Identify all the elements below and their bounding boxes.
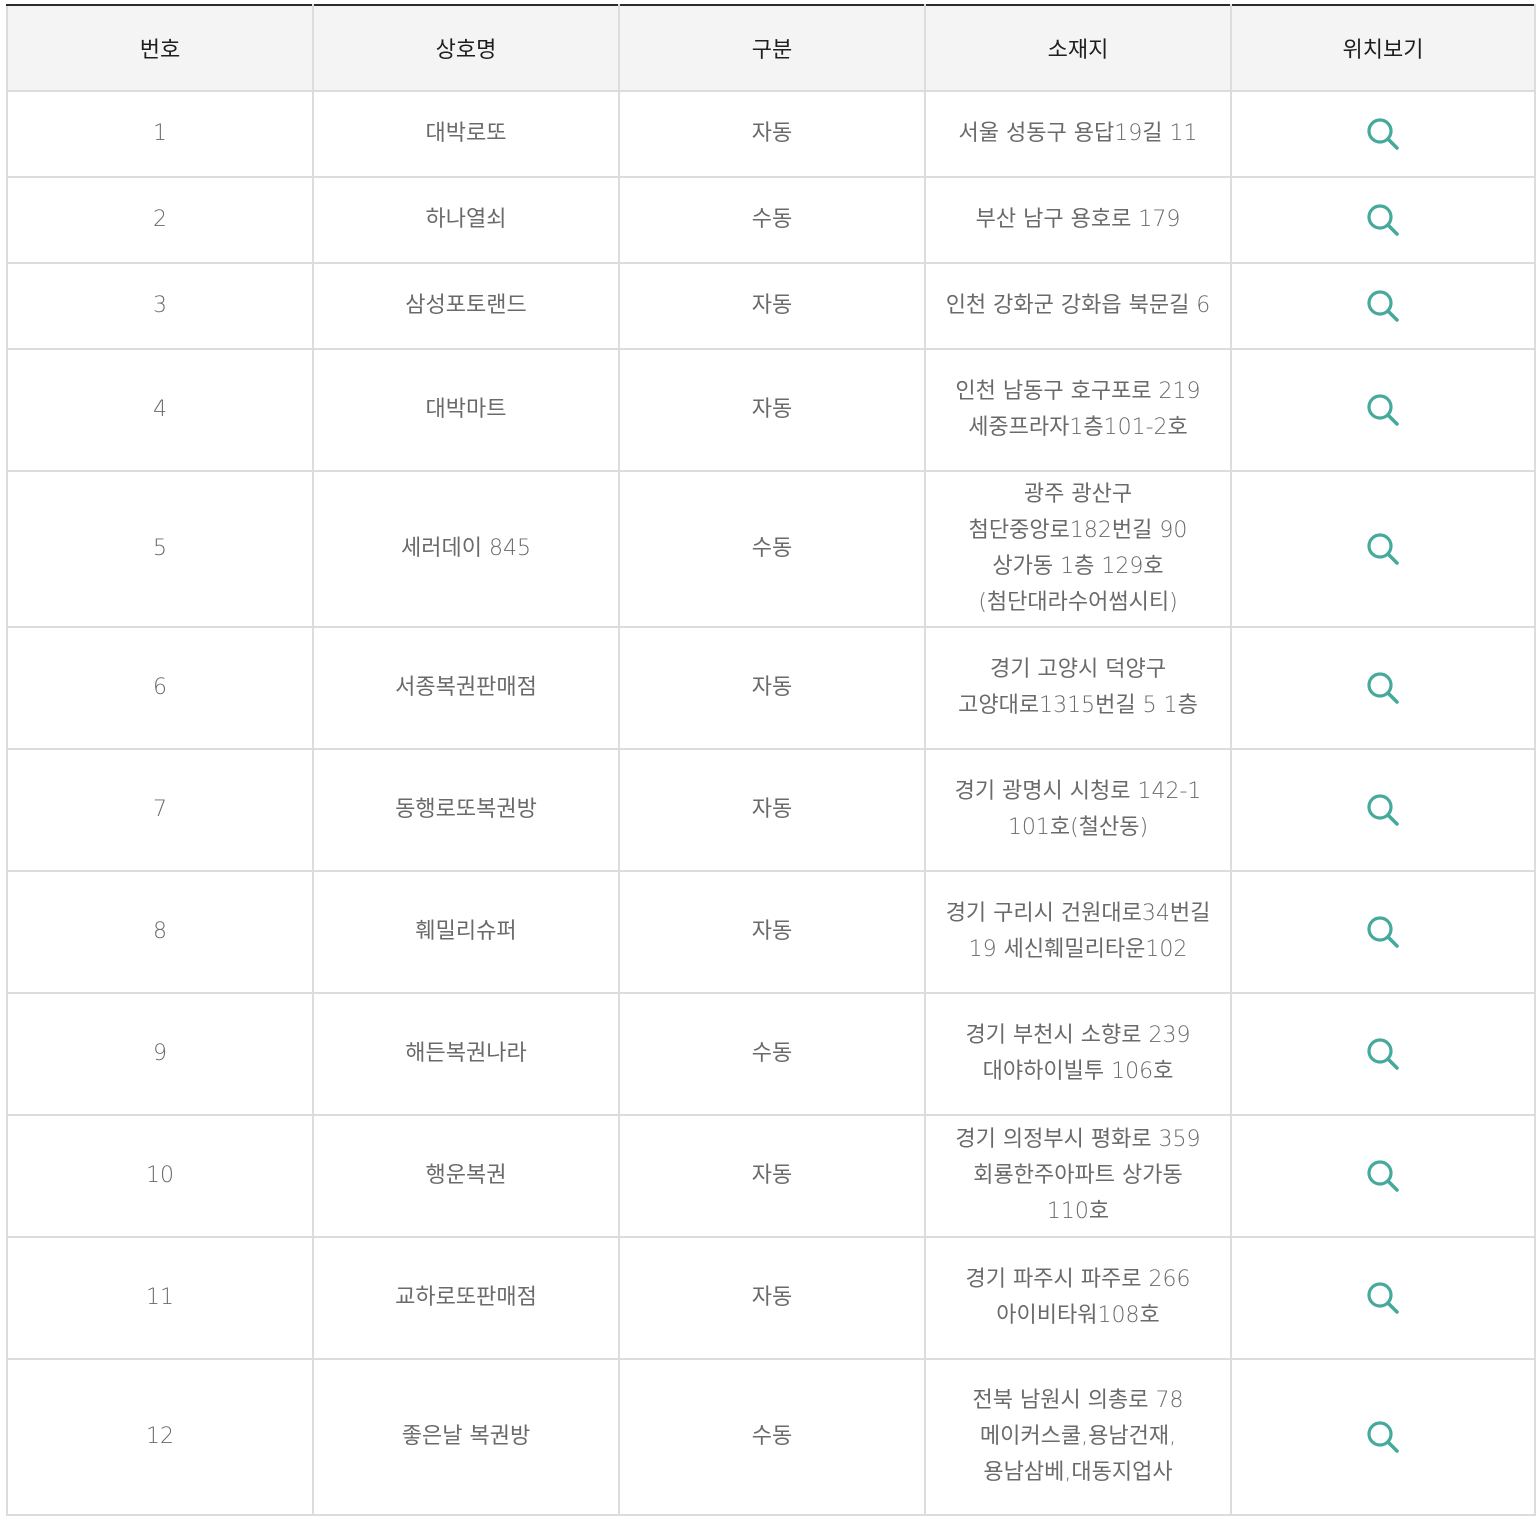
cell-number: 2 [6, 176, 314, 264]
cell-number: 5 [6, 470, 314, 628]
table-row: 8 훼밀리슈퍼 자동 경기 구리시 건원대로34번길 19 세신훼밀리타운102 [6, 870, 1536, 994]
table-row: 7 동행로또복권방 자동 경기 광명시 시청로 142-1 101호(철산동) [6, 748, 1536, 872]
cell-store-name: 교하로또판매점 [312, 1236, 620, 1360]
cell-type: 자동 [618, 626, 926, 750]
cell-type: 자동 [618, 870, 926, 994]
cell-location [1230, 1114, 1536, 1238]
cell-number: 4 [6, 348, 314, 472]
table-header-row: 번호 상호명 구분 소재지 위치보기 [6, 4, 1536, 92]
cell-location [1230, 870, 1536, 994]
search-icon[interactable] [1365, 392, 1401, 428]
cell-store-name: 대박로또 [312, 90, 620, 178]
cell-type: 수동 [618, 992, 926, 1116]
table-row: 9 해든복권나라 수동 경기 부천시 소향로 239 대야하이빌투 106호 [6, 992, 1536, 1116]
table-row: 11 교하로또판매점 자동 경기 파주시 파주로 266 아이비타워108호 [6, 1236, 1536, 1360]
cell-number: 6 [6, 626, 314, 750]
table-row: 5 세러데이 845 수동 광주 광산구 첨단중앙로182번길 90 상가동 1층 1… [6, 470, 1536, 628]
cell-type: 자동 [618, 748, 926, 872]
search-icon[interactable] [1365, 1158, 1401, 1194]
cell-location [1230, 626, 1536, 750]
cell-number: 7 [6, 748, 314, 872]
cell-store-name: 하나열쇠 [312, 176, 620, 264]
cell-store-name: 세러데이 845 [312, 470, 620, 628]
cell-type: 자동 [618, 1236, 926, 1360]
cell-address: 인천 남동구 호구포로 219 세중프라자1층101-2호 [924, 348, 1232, 472]
column-header-number: 번호 [6, 4, 314, 92]
cell-location [1230, 470, 1536, 628]
cell-address: 서울 성동구 용답19길 11 [924, 90, 1232, 178]
cell-location [1230, 262, 1536, 350]
column-header-address: 소재지 [924, 4, 1232, 92]
cell-address: 경기 부천시 소향로 239 대야하이빌투 106호 [924, 992, 1232, 1116]
cell-type: 수동 [618, 470, 926, 628]
search-icon[interactable] [1365, 116, 1401, 152]
cell-location [1230, 1358, 1536, 1516]
search-icon[interactable] [1365, 1280, 1401, 1316]
cell-store-name: 행운복권 [312, 1114, 620, 1238]
store-table-container: 번호 상호명 구분 소재지 위치보기 1 대박로또 자동 서울 성동구 용답19길 1… [6, 4, 1536, 1516]
table-row: 6 서종복권판매점 자동 경기 고양시 덕양구 고양대로1315번길 5 1층 [6, 626, 1536, 750]
search-icon[interactable] [1365, 914, 1401, 950]
cell-type: 자동 [618, 348, 926, 472]
cell-type: 수동 [618, 176, 926, 264]
search-icon[interactable] [1365, 792, 1401, 828]
cell-address: 경기 구리시 건원대로34번길 19 세신훼밀리타운102 [924, 870, 1232, 994]
cell-number: 11 [6, 1236, 314, 1360]
cell-address: 광주 광산구 첨단중앙로182번길 90 상가동 1층 129호(첨단대라수어썸… [924, 470, 1232, 628]
table-row: 1 대박로또 자동 서울 성동구 용답19길 11 [6, 90, 1536, 178]
search-icon[interactable] [1365, 1419, 1401, 1455]
cell-address: 전북 남원시 의총로 78 메이커스쿨,용남건재,용남삼베,대동지업사 [924, 1358, 1232, 1516]
cell-store-name: 훼밀리슈퍼 [312, 870, 620, 994]
cell-type: 자동 [618, 1114, 926, 1238]
cell-address: 경기 광명시 시청로 142-1 101호(철산동) [924, 748, 1232, 872]
cell-store-name: 대박마트 [312, 348, 620, 472]
cell-store-name: 서종복권판매점 [312, 626, 620, 750]
cell-location [1230, 90, 1536, 178]
cell-number: 3 [6, 262, 314, 350]
column-header-store-name: 상호명 [312, 4, 620, 92]
cell-address: 경기 고양시 덕양구 고양대로1315번길 5 1층 [924, 626, 1232, 750]
table-row: 10 행운복권 자동 경기 의정부시 평화로 359 회룡한주아파트 상가동 110호 [6, 1114, 1536, 1238]
search-icon[interactable] [1365, 670, 1401, 706]
search-icon[interactable] [1365, 288, 1401, 324]
cell-address: 부산 남구 용호로 179 [924, 176, 1232, 264]
table-row: 3 삼성포토랜드 자동 인천 강화군 강화읍 북문길 6 [6, 262, 1536, 350]
search-icon[interactable] [1365, 1036, 1401, 1072]
search-icon[interactable] [1365, 202, 1401, 238]
cell-type: 자동 [618, 90, 926, 178]
table-body: 1 대박로또 자동 서울 성동구 용답19길 11 2 하나열쇠 수동 부산 남구 용호로 1… [6, 90, 1536, 1516]
cell-address: 경기 파주시 파주로 266 아이비타워108호 [924, 1236, 1232, 1360]
cell-location [1230, 992, 1536, 1116]
table-row: 4 대박마트 자동 인천 남동구 호구포로 219 세중프라자1층101-2호 [6, 348, 1536, 472]
table-row: 2 하나열쇠 수동 부산 남구 용호로 179 [6, 176, 1536, 264]
cell-type: 자동 [618, 262, 926, 350]
cell-number: 12 [6, 1358, 314, 1516]
search-icon[interactable] [1365, 531, 1401, 567]
cell-store-name: 동행로또복권방 [312, 748, 620, 872]
cell-store-name: 해든복권나라 [312, 992, 620, 1116]
store-table: 번호 상호명 구분 소재지 위치보기 1 대박로또 자동 서울 성동구 용답19길 1… [6, 4, 1536, 1516]
cell-location [1230, 748, 1536, 872]
column-header-location: 위치보기 [1230, 4, 1536, 92]
cell-location [1230, 1236, 1536, 1360]
cell-store-name: 삼성포토랜드 [312, 262, 620, 350]
table-row: 12 좋은날 복권방 수동 전북 남원시 의총로 78 메이커스쿨,용남건재,용남삼베… [6, 1358, 1536, 1516]
cell-address: 경기 의정부시 평화로 359 회룡한주아파트 상가동 110호 [924, 1114, 1232, 1238]
column-header-type: 구분 [618, 4, 926, 92]
cell-number: 10 [6, 1114, 314, 1238]
cell-number: 9 [6, 992, 314, 1116]
cell-number: 8 [6, 870, 314, 994]
cell-location [1230, 176, 1536, 264]
cell-location [1230, 348, 1536, 472]
cell-address: 인천 강화군 강화읍 북문길 6 [924, 262, 1232, 350]
cell-type: 수동 [618, 1358, 926, 1516]
cell-number: 1 [6, 90, 314, 178]
table-header: 번호 상호명 구분 소재지 위치보기 [6, 4, 1536, 92]
cell-store-name: 좋은날 복권방 [312, 1358, 620, 1516]
